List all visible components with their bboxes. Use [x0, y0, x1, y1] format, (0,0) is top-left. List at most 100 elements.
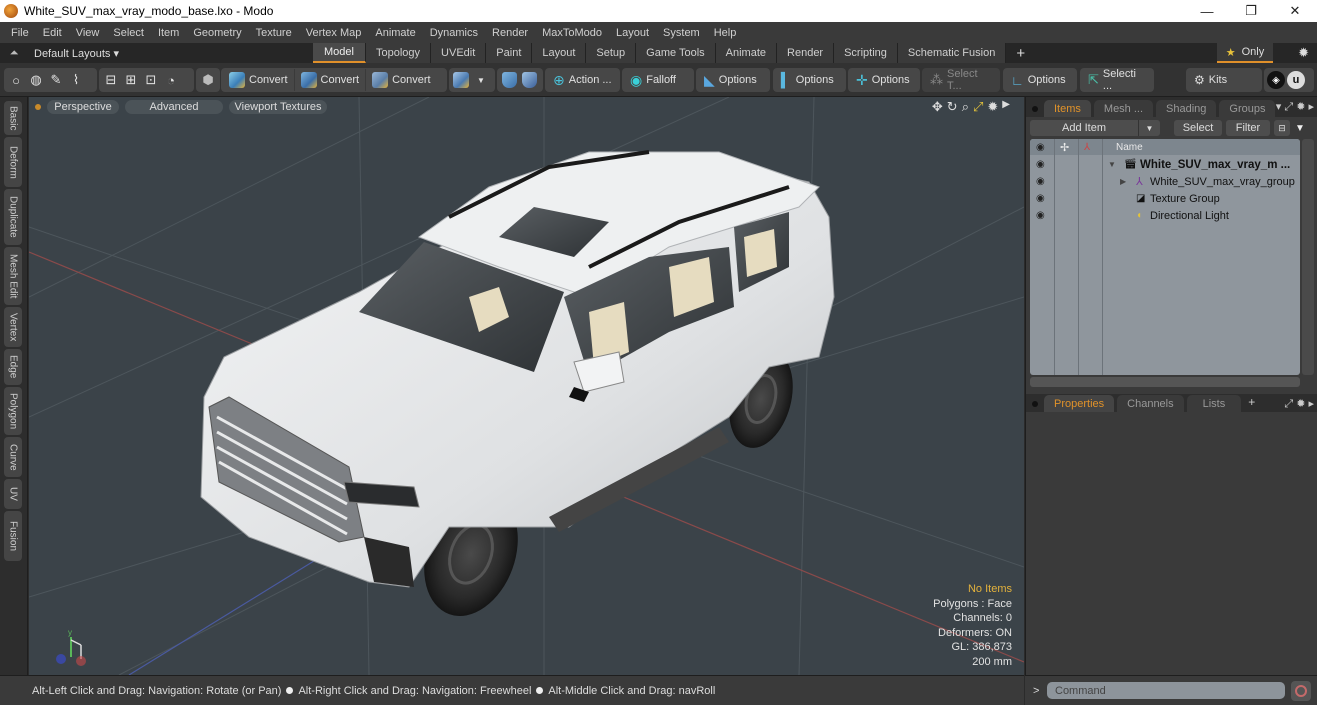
tab-vertex[interactable]: Vertex [4, 307, 22, 347]
menu-vertex-map[interactable]: Vertex Map [299, 27, 369, 39]
tab-mesh-edit[interactable]: Mesh Edit [4, 247, 22, 305]
tab-shading[interactable]: Shading [1156, 100, 1217, 117]
tree-horizontal-scrollbar[interactable] [1030, 377, 1300, 387]
kits-button[interactable]: ⚙ Kits [1188, 69, 1233, 91]
visibility-eye-icon[interactable]: ◉ [1036, 159, 1050, 170]
items-icon[interactable]: ⊡ [141, 70, 161, 90]
panel-more-icon[interactable]: ▸ [1308, 101, 1314, 113]
layout-tab-topology[interactable]: Topology [366, 43, 432, 63]
snapping-options-button[interactable]: ◣ Options [698, 69, 763, 91]
viewport-more-icon[interactable]: ▶ [1002, 99, 1010, 115]
layout-tab-uvedit[interactable]: UVEdit [431, 43, 487, 63]
menu-help[interactable]: Help [707, 27, 744, 39]
menu-dynamics[interactable]: Dynamics [423, 27, 485, 39]
layout-tab-paint[interactable]: Paint [486, 43, 533, 63]
tab-items[interactable]: Items [1044, 100, 1091, 117]
select-button[interactable]: Select [1174, 120, 1222, 136]
tree-row-texture-group[interactable]: ◉ ◪ Texture Group [1030, 190, 1300, 207]
materials-icon[interactable]: ◔ [161, 70, 181, 90]
menu-geometry[interactable]: Geometry [186, 27, 248, 39]
record-macro-button[interactable] [1291, 680, 1311, 701]
add-item-dropdown-icon[interactable]: ▼ [1138, 120, 1160, 136]
view-mode-dropdown[interactable]: Perspective [47, 100, 119, 114]
convert-button-3[interactable]: Convert [366, 69, 437, 91]
viewport-gear-icon[interactable]: ✹ [987, 99, 998, 115]
visibility-eye-icon[interactable]: ◉ [1036, 193, 1050, 204]
unreal-icon[interactable]: u [1286, 70, 1306, 90]
render-column-icon[interactable]: ⅄ [1084, 142, 1090, 153]
unity-icon[interactable]: ◈ [1266, 70, 1286, 90]
tab-lists[interactable]: Lists [1186, 395, 1242, 412]
layout-tab-model[interactable]: Model [313, 43, 366, 63]
tab-edge[interactable]: Edge [4, 349, 22, 385]
tree-row-group[interactable]: ◉ ▶ ⅄ White_SUV_max_vray_group [1030, 173, 1300, 190]
panel-gear-icon[interactable]: ✹ [1296, 101, 1305, 113]
menu-layout[interactable]: Layout [609, 27, 656, 39]
visibility-eye-icon[interactable]: ◉ [1036, 210, 1050, 221]
visibility-eye-icon[interactable]: ◉ [1036, 176, 1050, 187]
menu-item[interactable]: Item [151, 27, 186, 39]
tab-uv[interactable]: UV [4, 479, 22, 509]
globe-icon[interactable]: ◍ [26, 70, 46, 90]
add-item-button[interactable]: Add Item ▼ [1030, 120, 1160, 136]
lock-column-icon[interactable]: ✢ [1060, 141, 1069, 154]
edges-icon[interactable]: ⊟ [101, 70, 121, 90]
layout-tab-game-tools[interactable]: Game Tools [636, 43, 716, 63]
menu-maxtomodo[interactable]: MaxToModo [535, 27, 609, 39]
symmetry-shield-icon[interactable] [499, 70, 519, 90]
vertex-path-icon[interactable]: ⌇ [66, 70, 86, 90]
pin-icon[interactable]: ⏶ [4, 47, 24, 60]
tree-vertical-scrollbar[interactable] [1302, 139, 1314, 375]
expand-icon[interactable]: ⤢ [1284, 101, 1293, 113]
command-input[interactable] [1047, 682, 1285, 699]
tab-deform[interactable]: Deform [4, 137, 22, 187]
layout-tab-animate[interactable]: Animate [715, 43, 778, 63]
3d-viewport[interactable]: y Perspective Advanced Viewport Textures… [29, 97, 1024, 675]
shield-icon[interactable]: ⬢ [198, 70, 218, 90]
menu-select[interactable]: Select [106, 27, 151, 39]
panel-more-icon[interactable]: ▸ [1308, 398, 1314, 410]
layout-settings-gear-icon[interactable]: ✹ [1298, 43, 1309, 63]
minimize-button[interactable]: — [1185, 0, 1229, 22]
tab-basic[interactable]: Basic [4, 101, 22, 135]
menu-render[interactable]: Render [485, 27, 535, 39]
menu-view[interactable]: View [69, 27, 107, 39]
layout-tab-setup[interactable]: Setup [586, 43, 637, 63]
name-column-header[interactable]: Name [1116, 142, 1143, 153]
workplane-options-button[interactable]: ✛ Options [850, 69, 916, 91]
add-tab-button[interactable]: + [1248, 395, 1255, 409]
tab-curve[interactable]: Curve [4, 437, 22, 477]
default-layouts-dropdown[interactable]: Default Layouts ▾ [34, 47, 314, 60]
maximize-icon[interactable]: ⤢ [973, 99, 983, 115]
tab-mesh[interactable]: Mesh ... [1093, 100, 1154, 117]
filter-button[interactable]: Filter [1226, 120, 1270, 136]
shading-dropdown[interactable]: Advanced [125, 100, 223, 114]
pan-icon[interactable]: ✥ [932, 99, 943, 115]
tab-channels[interactable]: Channels [1117, 395, 1184, 412]
circle-select-icon[interactable]: ○ [6, 70, 26, 90]
tree-row-directional-light[interactable]: ◉ ◖ Directional Light [1030, 207, 1300, 224]
menu-file[interactable]: File [4, 27, 36, 39]
workplane-shield-icon[interactable] [519, 70, 539, 90]
selection-sets-button[interactable]: ⇱ Selecti ... [1082, 68, 1152, 92]
tab-polygon[interactable]: Polygon [4, 387, 22, 435]
layout-tab-schematic-fusion[interactable]: Schematic Fusion [897, 43, 1007, 63]
menu-animate[interactable]: Animate [368, 27, 422, 39]
layout-tab-scripting[interactable]: Scripting [834, 43, 898, 63]
viewport-textures-dropdown[interactable]: Viewport Textures [229, 100, 327, 114]
axis-options-button[interactable]: ∟ Options [1005, 69, 1072, 91]
chevron-down-icon[interactable]: ▼ [471, 70, 491, 90]
tab-properties[interactable]: Properties [1044, 395, 1115, 412]
polygons-icon[interactable]: ⊞ [121, 70, 141, 90]
tab-groups[interactable]: Groups [1219, 100, 1276, 117]
only-toggle[interactable]: ★ Only [1217, 43, 1273, 63]
restore-button[interactable]: ❐ [1229, 0, 1273, 22]
symmetry-options-button[interactable]: ▍ Options [775, 69, 840, 91]
layout-tab-layout[interactable]: Layout [532, 43, 587, 63]
convert-button-2[interactable]: Convert [295, 69, 367, 91]
visibility-column-icon[interactable]: ◉ [1036, 142, 1045, 153]
funnel-filter-icon[interactable]: ▼ [1292, 120, 1308, 136]
panel-dropdown-icon[interactable]: ▾ [1276, 101, 1282, 113]
convert-button-1[interactable]: Convert [223, 69, 295, 91]
menu-edit[interactable]: Edit [36, 27, 69, 39]
